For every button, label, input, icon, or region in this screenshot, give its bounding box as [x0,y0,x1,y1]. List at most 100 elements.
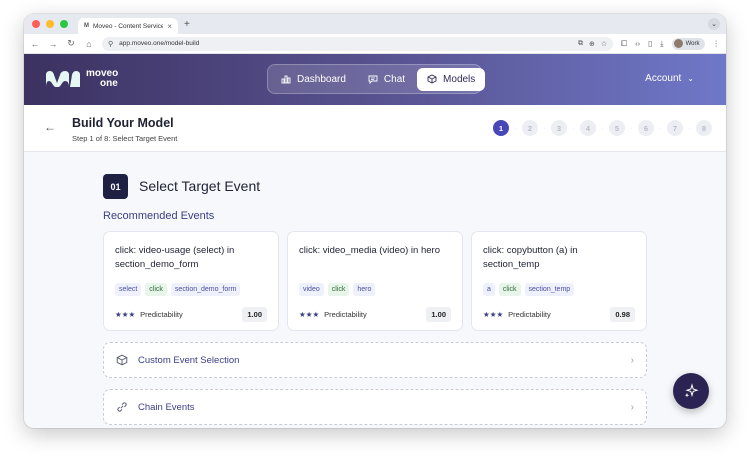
step-3[interactable]: 3 [551,120,567,136]
stepper: 1 · 2 · 3 · 4 · 5 · 6 · 7 · 8 [493,120,712,136]
home-icon[interactable]: ⌂ [84,39,94,49]
new-tab-icon[interactable]: + [184,19,190,30]
install-app-icon[interactable]: ⧉ [578,40,583,48]
logo-text-bottom: one [100,78,118,89]
option-label: Chain Events [138,401,195,413]
chevron-down-icon: ⌄ [687,74,694,83]
page-title: Build Your Model [72,116,174,130]
zoom-icon[interactable]: ⊕ [589,40,595,48]
sidebar-icon[interactable]: ▯ [648,39,652,48]
browser-toolbar: ← → ↻ ⌂ ⚲ app.moveo.one/model-build ⧉ ⊕ … [24,34,726,54]
predictability-score: 1.00 [426,307,451,322]
browser-tab[interactable]: M Moveo - Content Service × [78,18,178,34]
extensions-icon[interactable]: ⧠ [621,39,627,49]
main-nav: Dashboard Chat Models [267,64,486,94]
cube-icon [427,74,437,84]
profile-label: Work [685,40,700,47]
step-5[interactable]: 5 [609,120,625,136]
forward-icon[interactable]: → [48,39,58,49]
account-menu[interactable]: Account ⌄ [645,73,694,84]
step-4[interactable]: 4 [580,120,596,136]
step-7[interactable]: 7 [667,120,683,136]
event-card-title: click: copybutton (a) in section_temp [483,245,578,270]
step-separator: · [659,124,662,132]
predictability-stars-icon: ★★★ [299,310,320,319]
nav-dashboard-label: Dashboard [297,73,346,85]
predictability-stars-icon: ★★★ [115,310,136,319]
event-card-title: click: video_media (video) in hero [299,245,440,256]
chevron-right-icon: › [630,401,634,413]
back-arrow-icon[interactable]: ← [44,120,56,134]
bar-chart-icon [281,75,291,84]
step-header: ← Build Your Model Step 1 of 8: Select T… [24,105,726,152]
recommended-events-heading: Recommended Events [103,210,215,222]
section-number-badge: 01 [103,174,128,199]
maximize-window-button[interactable] [60,20,68,28]
address-bar[interactable]: ⚲ app.moveo.one/model-build ⧉ ⊕ ☆ [102,36,614,51]
devtools-icon[interactable]: ‹› [635,39,640,48]
event-tag: section_temp [524,283,575,296]
nav-models-label: Models [443,73,476,85]
download-icon[interactable]: ⤓ [660,39,663,49]
window-controls [32,20,68,28]
sparkles-icon [684,383,699,398]
close-window-button[interactable] [32,20,40,28]
step-separator: · [630,124,633,132]
back-icon[interactable]: ← [30,39,40,49]
step-8[interactable]: 8 [696,120,712,136]
event-tag: click [327,283,350,296]
custom-event-selection-option[interactable]: Custom Event Selection › [103,342,647,378]
tab-search-icon[interactable]: ⌄ [708,18,720,30]
cube-outline-icon [116,354,128,366]
predictability-label: Predictability [140,310,183,319]
step-2[interactable]: 2 [522,120,538,136]
close-tab-icon[interactable]: × [167,22,172,31]
minimize-window-button[interactable] [46,20,54,28]
event-card-title: click: video-usage (select) in section_d… [115,245,235,270]
tab-title: Moveo - Content Service [93,22,164,30]
nav-chat[interactable]: Chat [358,68,415,91]
nav-models[interactable]: Models [417,67,486,91]
avatar [673,39,683,48]
chat-icon [368,75,378,84]
predictability-stars-icon: ★★★ [483,310,504,319]
event-card[interactable]: click: video-usage (select) in section_d… [103,231,279,331]
event-card[interactable]: click: copybutton (a) in section_temp a … [471,231,647,331]
event-tag: section_demo_form [170,283,241,296]
event-card[interactable]: click: video_media (video) in hero video… [287,231,463,331]
predictability-label: Predictability [324,310,367,319]
moveo-logo[interactable]: moveo one [44,69,118,89]
app-header: moveo one Dashboard Chat Models Account … [24,54,726,105]
predictability-label: Predictability [508,310,551,319]
event-tag: select [115,283,142,296]
step-separator: · [543,124,546,132]
link-icon [117,402,127,412]
event-tag: video [299,283,324,296]
url-text: app.moveo.one/model-build [119,40,200,47]
step-separator: · [572,124,575,132]
profile-button[interactable]: Work [671,37,705,50]
chain-events-option[interactable]: Chain Events › [103,389,647,425]
event-tag: a [483,283,495,296]
predictability-score: 1.00 [242,307,267,322]
nav-chat-label: Chat [383,73,406,85]
step-subtitle: Step 1 of 8: Select Target Event [72,134,178,143]
ai-assistant-button[interactable] [673,373,709,409]
step-separator: · [601,124,604,132]
reload-icon[interactable]: ↻ [66,38,76,49]
predictability-score: 0.98 [610,307,635,322]
event-tag: hero [353,283,376,296]
nav-dashboard[interactable]: Dashboard [271,68,356,91]
step-1[interactable]: 1 [493,120,509,136]
account-label: Account [645,73,682,84]
bookmark-star-icon[interactable]: ☆ [601,40,607,48]
step-6[interactable]: 6 [638,120,654,136]
step-separator: · [514,124,517,132]
site-info-icon[interactable]: ⚲ [108,40,113,48]
browser-window: M Moveo - Content Service × + ⌄ ← → ↻ ⌂ … [24,14,726,428]
event-tag: click [498,283,521,296]
section-title: Select Target Event [139,178,261,194]
moveo-logo-icon [46,71,80,87]
event-tag: click [145,283,167,296]
browser-menu-icon[interactable]: ⋮ [713,39,721,48]
